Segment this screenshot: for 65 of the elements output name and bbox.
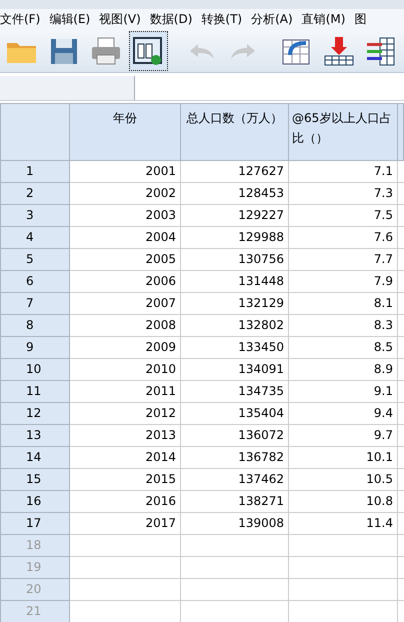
table-cell: 133450 bbox=[181, 337, 289, 359]
row-number[interactable]: 12 bbox=[0, 403, 70, 425]
table-cell: 2012 bbox=[70, 403, 181, 425]
table-cell: 2008 bbox=[70, 315, 181, 337]
table-cell: 128453 bbox=[181, 183, 289, 205]
table-cell: 138271 bbox=[181, 491, 289, 513]
table-cell: 130756 bbox=[181, 249, 289, 271]
table-cell: 134091 bbox=[181, 359, 289, 381]
table-cell: 139008 bbox=[181, 513, 289, 535]
table-cell: 2003 bbox=[70, 205, 181, 227]
table-cell: 131448 bbox=[181, 271, 289, 293]
row-number[interactable]: 5 bbox=[0, 249, 70, 271]
table-cell: 2005 bbox=[70, 249, 181, 271]
column-header[interactable]: 总人口数（万人） bbox=[181, 103, 289, 161]
row-number[interactable]: 2 bbox=[0, 183, 70, 205]
table-cell: 2013 bbox=[70, 425, 181, 447]
table-cell: 2015 bbox=[70, 469, 181, 491]
row-number[interactable]: 10 bbox=[0, 359, 70, 381]
table-cell: 2001 bbox=[70, 161, 181, 183]
table-cell: 129227 bbox=[181, 205, 289, 227]
table-cell: 2016 bbox=[70, 491, 181, 513]
row-number[interactable]: 9 bbox=[0, 337, 70, 359]
row-number[interactable]: 13 bbox=[0, 425, 70, 447]
table-cell: 136072 bbox=[181, 425, 289, 447]
menu-item[interactable]: 直销(M) bbox=[302, 11, 350, 28]
corner-cell bbox=[0, 103, 70, 161]
row-number[interactable]: 17 bbox=[0, 513, 70, 535]
row-number[interactable]: 4 bbox=[0, 227, 70, 249]
row-number[interactable]: 7 bbox=[0, 293, 70, 315]
table-cell: 2007 bbox=[70, 293, 181, 315]
menu-item[interactable]: 视图(V) bbox=[99, 11, 145, 28]
row-number[interactable]: 11 bbox=[0, 381, 70, 403]
row-number[interactable]: 3 bbox=[0, 205, 70, 227]
menu-item[interactable]: 分析(A) bbox=[251, 11, 297, 28]
column-header[interactable]: @65岁以上人口占比（） bbox=[289, 103, 398, 161]
table-cell: 2009 bbox=[70, 337, 181, 359]
table-cell: 2011 bbox=[70, 381, 181, 403]
table-cell: 132802 bbox=[181, 315, 289, 337]
row-number[interactable]: 16 bbox=[0, 491, 70, 513]
table-cell: 134735 bbox=[181, 381, 289, 403]
cell-reference-field[interactable] bbox=[0, 76, 135, 100]
menu-item[interactable]: 图 bbox=[354, 11, 370, 28]
menu-item[interactable]: 数据(D) bbox=[150, 11, 196, 28]
column-header[interactable]: 年份 bbox=[70, 103, 181, 161]
menu-item[interactable]: 文件(F) bbox=[0, 11, 44, 28]
table-cell: 2002 bbox=[70, 183, 181, 205]
table-cell: 132129 bbox=[181, 293, 289, 315]
table-cell: 136782 bbox=[181, 447, 289, 469]
menu-item[interactable]: 转换(T) bbox=[201, 11, 246, 28]
table-cell: 129988 bbox=[181, 227, 289, 249]
row-number[interactable]: 8 bbox=[0, 315, 70, 337]
row-number[interactable]: 6 bbox=[0, 271, 70, 293]
table-cell: 135404 bbox=[181, 403, 289, 425]
row-number[interactable]: 15 bbox=[0, 469, 70, 491]
table-cell: 127627 bbox=[181, 161, 289, 183]
table-cell: 2004 bbox=[70, 227, 181, 249]
dialog-icon[interactable] bbox=[128, 31, 168, 71]
table-cell: 2017 bbox=[70, 513, 181, 535]
table-cell: 2006 bbox=[70, 271, 181, 293]
row-number[interactable]: 1 bbox=[0, 161, 70, 183]
menu-item[interactable]: 编辑(E) bbox=[49, 11, 94, 28]
table-cell: 137462 bbox=[181, 469, 289, 491]
table-cell: 2014 bbox=[70, 447, 181, 469]
table-cell: 2010 bbox=[70, 359, 181, 381]
row-number[interactable]: 14 bbox=[0, 447, 70, 469]
